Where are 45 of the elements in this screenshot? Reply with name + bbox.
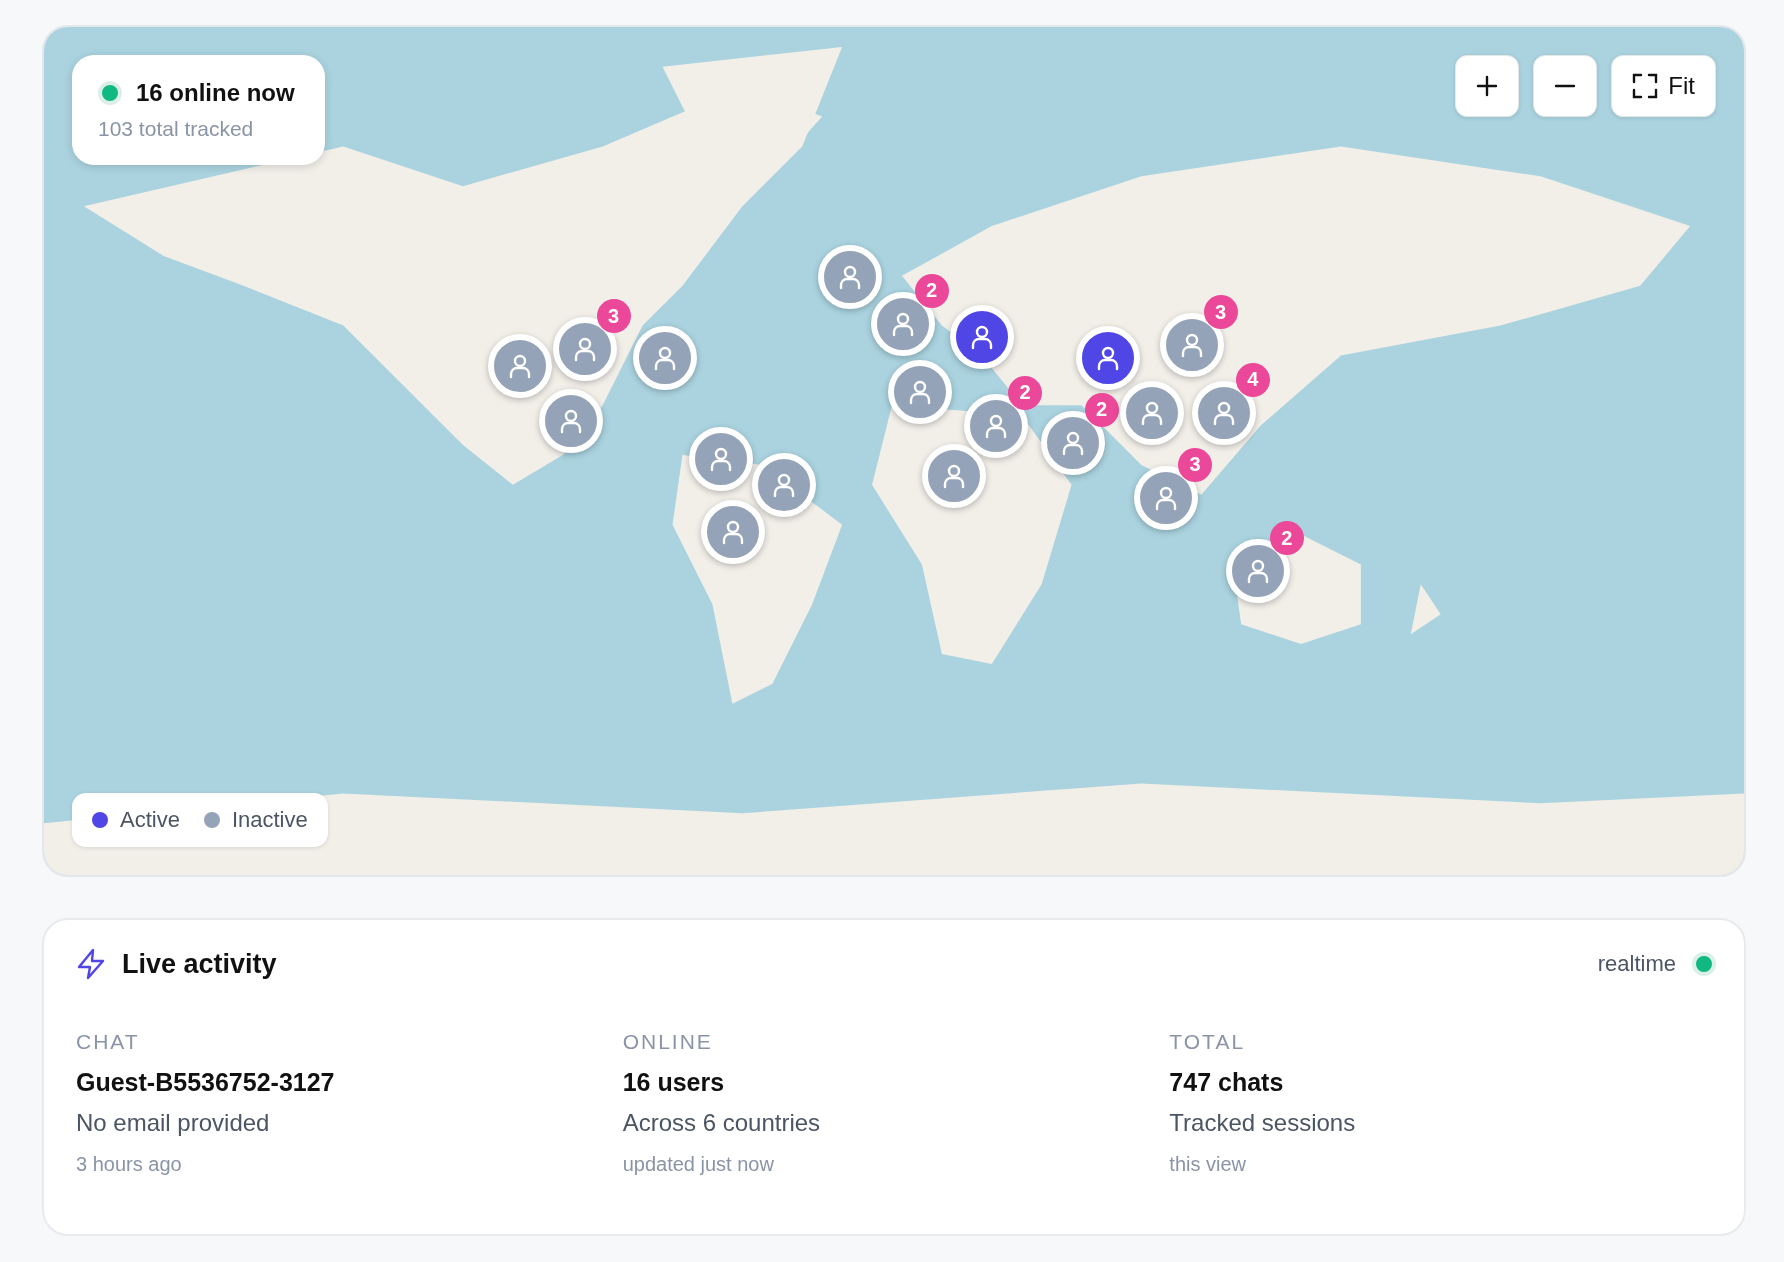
stat-value: 747 chats <box>1169 1068 1285 1097</box>
person-icon <box>1096 344 1121 371</box>
person-icon <box>1245 558 1270 585</box>
plus-icon <box>1476 75 1499 97</box>
person-icon <box>970 323 995 350</box>
person-icon <box>1211 399 1236 426</box>
person-icon <box>720 519 745 546</box>
stat-note: 3 hours ago <box>76 1153 183 1176</box>
stat-detail: Tracked sessions <box>1169 1109 1357 1137</box>
person-icon <box>559 408 583 435</box>
stat-value: Guest-B5536752-3127 <box>76 1068 336 1097</box>
person-icon <box>708 446 733 473</box>
fit-button[interactable]: Fit <box>1611 55 1716 117</box>
person-icon <box>652 344 677 371</box>
zoom-out-button[interactable] <box>1533 55 1598 117</box>
section-title: Live activity <box>122 948 277 980</box>
person-icon <box>1154 484 1178 511</box>
person-icon <box>771 471 796 498</box>
person-icon <box>508 353 532 380</box>
realtime-label: realtime <box>1597 951 1676 977</box>
stat-note: this view <box>1169 1153 1248 1176</box>
person-icon <box>1179 332 1204 358</box>
legend-label: Active <box>120 807 180 833</box>
stat-detail: Across 6 countries <box>622 1109 822 1137</box>
stat-detail: No email provided <box>76 1109 271 1137</box>
person-icon <box>984 412 1008 439</box>
online-count: 16 online now <box>136 79 295 107</box>
stat-value: 16 users <box>622 1068 726 1097</box>
stat-note: updated just now <box>622 1153 775 1176</box>
stat-heading: ONLINE <box>622 1030 714 1054</box>
stat-heading: CHAT <box>76 1030 141 1054</box>
person-icon <box>941 463 966 490</box>
person-icon <box>890 310 915 337</box>
legend-label: Inactive <box>231 807 308 833</box>
person-icon <box>1060 429 1085 456</box>
person-icon <box>907 378 932 405</box>
person-icon <box>837 264 862 291</box>
lightning-icon <box>76 948 106 980</box>
person-icon <box>572 336 597 363</box>
minus-icon <box>1554 84 1577 88</box>
fullscreen-icon <box>1632 73 1659 99</box>
person-icon <box>1140 399 1165 426</box>
total-tracked: 103 total tracked <box>98 117 255 141</box>
stat-heading: TOTAL <box>1169 1030 1247 1054</box>
zoom-in-button[interactable] <box>1455 55 1520 117</box>
